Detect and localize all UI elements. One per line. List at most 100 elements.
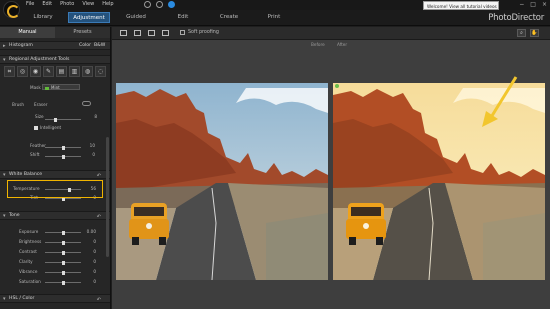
- brightness-label: Brightness: [19, 239, 42, 244]
- compare-view-icon[interactable]: [134, 30, 141, 36]
- settings-icon[interactable]: [144, 1, 151, 8]
- menu-bar: File Edit Photo View Help: [26, 1, 114, 8]
- module-nav: Library Adjustment Guided Edit Create Pr…: [0, 10, 550, 26]
- mask-color-swatch: [45, 86, 49, 90]
- after-label: After: [337, 42, 348, 47]
- white-balance-title: White Balance: [9, 172, 43, 177]
- clarity-value: 0: [93, 259, 96, 264]
- tab-presets[interactable]: Presets: [55, 27, 110, 38]
- reset-icon[interactable]: ↶: [97, 172, 101, 180]
- size-slider[interactable]: [45, 117, 81, 122]
- brush-icon[interactable]: ✎: [43, 66, 54, 77]
- size-label: Size: [35, 114, 44, 119]
- minimize-icon[interactable]: −: [519, 1, 524, 8]
- red-eye-icon[interactable]: ◎: [17, 66, 28, 77]
- tutorial-tooltip[interactable]: Welcome! View all tutorial videos here!: [423, 1, 499, 10]
- clarity-label: Clarity: [19, 259, 33, 264]
- panel-scrollbar[interactable]: [106, 137, 109, 257]
- upgrade-icon[interactable]: [168, 1, 175, 8]
- contrast-label: Contrast: [19, 249, 37, 254]
- vibrance-slider-thumb[interactable]: [61, 270, 65, 275]
- brightness-slider[interactable]: [45, 240, 81, 245]
- saturation-label: Saturation: [19, 279, 41, 284]
- menu-file[interactable]: File: [26, 1, 34, 8]
- tab-print[interactable]: Print: [260, 12, 288, 23]
- filter-icon[interactable]: ▥: [69, 66, 80, 77]
- menu-view[interactable]: View: [82, 1, 94, 8]
- tab-guided[interactable]: Guided: [116, 12, 156, 23]
- reset-icon[interactable]: ↶: [97, 296, 101, 304]
- fit-view-icon[interactable]: [162, 30, 169, 36]
- menu-edit[interactable]: Edit: [42, 1, 52, 8]
- eye-icon[interactable]: ◉: [30, 66, 41, 77]
- contrast-slider-thumb[interactable]: [61, 250, 65, 255]
- before-photo: [116, 83, 328, 280]
- brand-name: PhotoDirector: [488, 13, 544, 23]
- menu-help[interactable]: Help: [102, 1, 113, 8]
- feather-slider[interactable]: [45, 145, 81, 150]
- exposure-slider-thumb[interactable]: [61, 230, 65, 235]
- exposure-value: 0.00: [86, 229, 96, 234]
- histogram-header[interactable]: Histogram Color B&W: [0, 41, 110, 50]
- tab-manual[interactable]: Manual: [0, 27, 55, 38]
- temperature-highlight-box: [7, 180, 103, 198]
- saturation-slider[interactable]: [45, 280, 81, 285]
- regional-tools-header[interactable]: Regional Adjustment Tools: [0, 55, 110, 64]
- brush-eraser-toggle[interactable]: [82, 101, 91, 106]
- exposure-label: Exposure: [19, 229, 39, 234]
- gradient-icon[interactable]: ▤: [56, 66, 67, 77]
- brightness-value: 0: [93, 239, 96, 244]
- stamp-icon[interactable]: ◍: [82, 66, 93, 77]
- mask-dropdown[interactable]: Mint: [42, 84, 80, 90]
- eraser-label[interactable]: Eraser: [34, 102, 47, 107]
- white-balance-header[interactable]: White Balance ↶: [0, 170, 110, 180]
- vibrance-label: Vibrance: [19, 269, 38, 274]
- clarity-slider-thumb[interactable]: [61, 260, 65, 265]
- hsl-header[interactable]: HSL / Color ↶: [0, 294, 110, 304]
- annotation-arrow-icon: [482, 76, 518, 127]
- hsl-title: HSL / Color: [9, 296, 35, 301]
- clarity-slider[interactable]: [45, 260, 81, 265]
- crop-icon[interactable]: ⌗: [4, 66, 15, 77]
- zoom-icon[interactable]: ⌕: [517, 29, 526, 37]
- shift-value: 0: [92, 152, 95, 157]
- vibrance-value: 0: [93, 269, 96, 274]
- hand-icon[interactable]: ✋: [530, 29, 539, 37]
- reset-icon[interactable]: ↶: [97, 213, 101, 221]
- saturation-slider-thumb[interactable]: [61, 280, 65, 285]
- view-toolbar: Soft proofing ⌕ ✋: [112, 27, 550, 40]
- shift-slider-thumb[interactable]: [61, 154, 65, 159]
- single-view-icon[interactable]: [120, 30, 127, 36]
- intelligent-label: Intelligent: [40, 125, 62, 130]
- exposure-slider[interactable]: [45, 230, 81, 235]
- size-value: 8: [94, 114, 97, 119]
- brightness-slider-thumb[interactable]: [61, 240, 65, 245]
- intelligent-checkbox[interactable]: [34, 126, 38, 130]
- window-controls: − □ ×: [519, 1, 547, 8]
- menu-photo[interactable]: Photo: [60, 1, 74, 8]
- grid-view-icon[interactable]: [148, 30, 155, 36]
- feather-label: Feather: [30, 143, 46, 148]
- vibrance-slider[interactable]: [45, 270, 81, 275]
- adjustment-panel: Manual Presets Histogram Color B&W Regio…: [0, 27, 111, 309]
- color-mode-option[interactable]: Color: [79, 42, 91, 50]
- feather-value: 10: [89, 143, 95, 148]
- shift-slider[interactable]: [45, 154, 81, 159]
- feather-slider-thumb[interactable]: [61, 145, 65, 150]
- soft-proofing-checkbox[interactable]: [180, 30, 185, 35]
- contrast-slider[interactable]: [45, 250, 81, 255]
- maximize-icon[interactable]: □: [530, 1, 536, 8]
- notification-icon[interactable]: [156, 1, 163, 8]
- close-icon[interactable]: ×: [542, 1, 547, 8]
- bw-mode-option[interactable]: B&W: [94, 42, 105, 50]
- tab-library[interactable]: Library: [22, 12, 64, 23]
- mask-value: Mint: [51, 85, 60, 90]
- tint-slider[interactable]: [45, 196, 81, 201]
- size-slider-thumb[interactable]: [54, 117, 58, 122]
- tab-adjustment[interactable]: Adjustment: [68, 12, 110, 23]
- tone-header[interactable]: Tone ↶: [0, 211, 110, 221]
- before-label: Before: [311, 42, 325, 47]
- tab-create[interactable]: Create: [213, 12, 245, 23]
- radial-icon[interactable]: ◌: [95, 66, 106, 77]
- tab-edit[interactable]: Edit: [168, 12, 198, 23]
